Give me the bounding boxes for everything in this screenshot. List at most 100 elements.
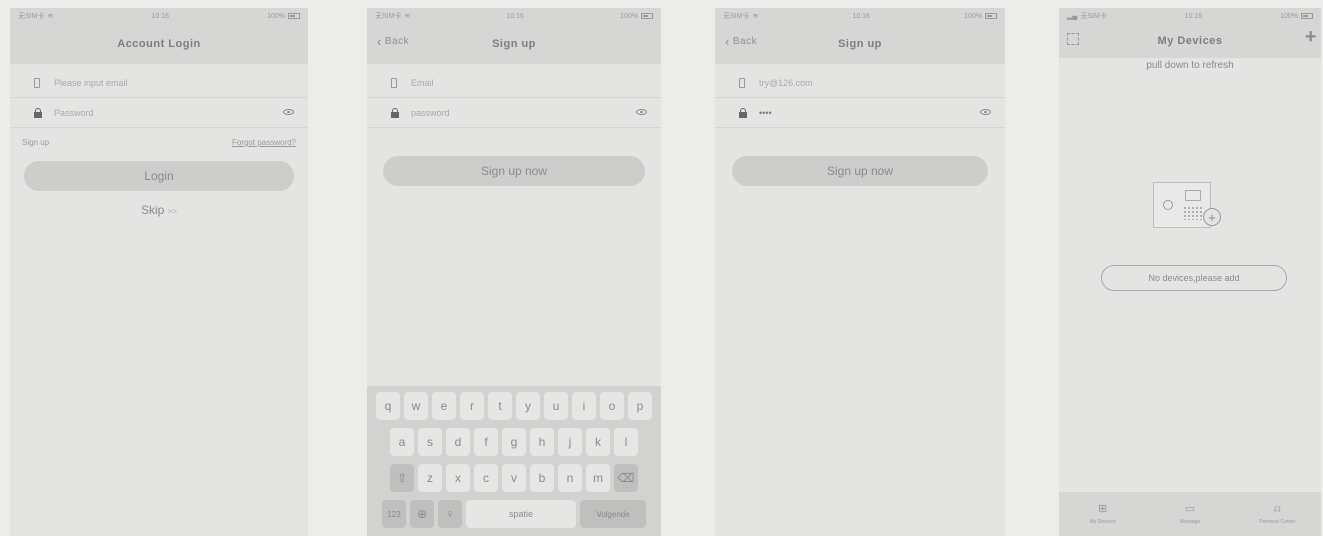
key[interactable]: q: [376, 392, 400, 420]
key[interactable]: p: [628, 392, 652, 420]
carrier-label: 无SIM卡: [18, 13, 45, 20]
email-placeholder: Email: [411, 77, 434, 88]
phone-icon: [34, 77, 40, 88]
key[interactable]: g: [502, 428, 526, 456]
battery-icon: [1300, 13, 1313, 19]
key[interactable]: b: [530, 464, 554, 492]
signup-keyboard-screen: 无SIM卡 ≋ 10:16 100% ‹ Back Sign up Email pa…: [367, 8, 661, 536]
key[interactable]: w: [404, 392, 428, 420]
shift-icon[interactable]: ⇧: [390, 464, 414, 492]
key[interactable]: d: [446, 428, 470, 456]
forgot-password-link[interactable]: Forgot password?: [232, 138, 296, 147]
signup-link[interactable]: Sign up: [22, 138, 49, 147]
key[interactable]: l: [614, 428, 638, 456]
key[interactable]: c: [474, 464, 498, 492]
skip-arrow: >>: [167, 207, 178, 216]
keyboard-row-3: ⇧ z x c v b n m ⌫: [371, 464, 657, 492]
key[interactable]: s: [418, 428, 442, 456]
eye-icon[interactable]: [283, 107, 294, 118]
devices-screen: ▂▄ 无SIM卡 10:16 100% My Devices + pull dow…: [1059, 8, 1321, 536]
key[interactable]: r: [460, 392, 484, 420]
battery-icon: [984, 13, 997, 19]
login-screen: 无SIM卡 ≋ 10:16 100% Account Login Please i…: [10, 8, 308, 536]
battery-icon: [287, 13, 300, 19]
eye-icon[interactable]: [636, 107, 647, 118]
wifi-icon: ≋: [404, 13, 411, 20]
carrier-label: 无SIM卡: [723, 13, 750, 20]
battery-label: 100%: [1280, 12, 1298, 20]
chevron-left-icon: ‹: [725, 33, 730, 49]
eye-icon[interactable]: [980, 107, 991, 118]
phone-icon: [391, 77, 397, 88]
keyboard-row-4: 123 ⊕ ♀ spatie Volgende: [371, 500, 657, 528]
signup-button[interactable]: Sign up now: [383, 156, 645, 186]
next-key[interactable]: Volgende: [580, 500, 646, 528]
nav-bar: ‹ Back Sign up: [715, 24, 1005, 64]
skip-label: Skip: [140, 203, 165, 217]
key[interactable]: m: [586, 464, 610, 492]
signup-button[interactable]: Sign up now: [732, 156, 988, 186]
key[interactable]: y: [516, 392, 540, 420]
keyboard-row-2: a s d f g h j k l: [371, 428, 657, 456]
keyboard: q w e r t y u i o p a s d f g h j k l ⇧ …: [367, 386, 661, 536]
backspace-icon[interactable]: ⌫: [614, 464, 638, 492]
key[interactable]: a: [390, 428, 414, 456]
password-field[interactable]: Password: [10, 98, 308, 128]
nav-bar: Account Login: [10, 24, 308, 64]
message-icon: ▭: [1184, 502, 1196, 515]
signup-filled-screen: 无SIM卡 ≋ 10:16 100% ‹ Back Sign up try@126.…: [715, 8, 1005, 536]
pull-to-refresh-hint: pull down to refresh: [1146, 60, 1234, 71]
skip-link[interactable]: Skip >>: [10, 203, 308, 217]
tab-my-devices[interactable]: ⊞ My Devices: [1068, 503, 1138, 525]
lock-icon: [34, 107, 42, 118]
battery-label: 100%: [964, 12, 982, 20]
wifi-icon: ≋: [47, 13, 54, 20]
email-field[interactable]: try@126.com: [715, 68, 1005, 98]
password-field[interactable]: password: [367, 98, 661, 128]
status-bar: ▂▄ 无SIM卡 10:16 100%: [1059, 8, 1321, 24]
tab-message[interactable]: ▭ Message: [1155, 502, 1225, 525]
key[interactable]: t: [488, 392, 512, 420]
add-device-button[interactable]: No devices,please add: [1101, 265, 1287, 291]
key[interactable]: e: [432, 392, 456, 420]
key[interactable]: f: [474, 428, 498, 456]
email-field[interactable]: Email: [367, 68, 661, 98]
key[interactable]: h: [530, 428, 554, 456]
login-button[interactable]: Login: [24, 161, 294, 191]
space-key[interactable]: spatie: [466, 500, 576, 528]
keyboard-row-1: q w e r t y u i o p: [371, 392, 657, 420]
status-time: 10:16: [506, 12, 524, 20]
nav-bar: ‹ Back Sign up: [367, 24, 661, 64]
nav-bar: My Devices +: [1059, 24, 1321, 58]
carrier-label: 无SIM卡: [1080, 13, 1107, 20]
password-value: ••••: [759, 107, 772, 118]
password-field[interactable]: ••••: [715, 98, 1005, 128]
page-title: Account Login: [117, 38, 201, 50]
tab-personal-center[interactable]: ⍝ Personal Center: [1242, 503, 1312, 525]
add-icon[interactable]: +: [1305, 26, 1317, 49]
key[interactable]: n: [558, 464, 582, 492]
email-field[interactable]: Please input email: [10, 68, 308, 98]
globe-icon[interactable]: ⊕: [410, 500, 434, 528]
page-title: Sign up: [838, 38, 882, 50]
chevron-left-icon: ‹: [377, 33, 382, 49]
numbers-key[interactable]: 123: [382, 500, 406, 528]
microphone-icon[interactable]: ♀: [438, 500, 462, 528]
tab-label: Message: [1179, 518, 1201, 525]
back-button[interactable]: ‹ Back: [377, 33, 409, 49]
key[interactable]: i: [572, 392, 596, 420]
key[interactable]: k: [586, 428, 610, 456]
scan-icon[interactable]: [1067, 32, 1079, 48]
key[interactable]: x: [446, 464, 470, 492]
back-button[interactable]: ‹ Back: [725, 33, 757, 49]
email-placeholder: Please input email: [54, 77, 128, 88]
key[interactable]: v: [502, 464, 526, 492]
signal-icon: ▂▄: [1067, 13, 1078, 20]
key[interactable]: z: [418, 464, 442, 492]
status-time: 10:16: [852, 12, 870, 20]
key[interactable]: j: [558, 428, 582, 456]
key[interactable]: u: [544, 392, 568, 420]
key[interactable]: o: [600, 392, 624, 420]
login-links: Sign up Forgot password?: [10, 128, 308, 147]
device-illustration: +: [1153, 178, 1227, 234]
